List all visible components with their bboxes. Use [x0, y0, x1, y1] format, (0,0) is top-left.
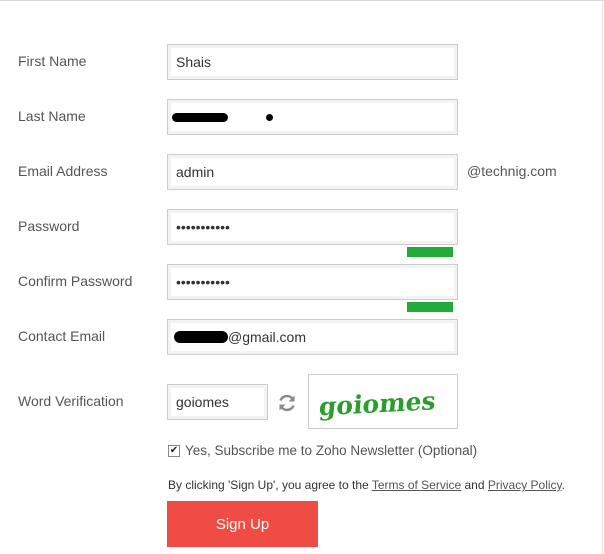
email-address-value: admin	[176, 164, 215, 180]
confirm-password-value: •••••••••••	[176, 274, 230, 290]
last-name-label: Last Name	[18, 108, 86, 124]
word-verification-value: goiomes	[176, 394, 229, 410]
right-divider	[602, 0, 603, 554]
confirm-password-label: Confirm Password	[18, 273, 133, 289]
contact-email-label: Contact Email	[18, 328, 106, 344]
newsletter-checkbox[interactable]: ✔	[168, 445, 180, 457]
contact-email-value: @gmail.com	[228, 329, 307, 345]
password-value: •••••••••••	[176, 219, 230, 235]
sign-up-button[interactable]: Sign Up	[167, 501, 318, 547]
first-name-label: First Name	[18, 53, 87, 69]
privacy-policy-link[interactable]: Privacy Policy	[488, 478, 562, 492]
redaction-mark	[174, 331, 228, 343]
word-verification-label: Word Verification	[18, 393, 124, 409]
password-strength-bar	[407, 247, 453, 257]
email-address-field[interactable]: admin	[167, 154, 458, 190]
confirm-password-strength-bar	[407, 302, 453, 312]
word-verification-field[interactable]: goiomes	[167, 384, 268, 420]
password-label: Password	[18, 218, 80, 234]
first-name-field[interactable]: Shais	[167, 44, 458, 80]
email-domain-suffix: @technig.com	[467, 163, 557, 179]
email-address-label: Email Address	[18, 163, 108, 179]
terms-of-service-link[interactable]: Terms of Service	[372, 478, 461, 492]
contact-email-field[interactable]: @gmail.com	[167, 319, 458, 355]
terms-prefix: By clicking 'Sign Up', you agree to the	[168, 478, 372, 492]
redaction-mark	[172, 112, 228, 122]
confirm-password-field[interactable]: •••••••••••	[167, 264, 458, 300]
newsletter-label: Yes, Subscribe me to Zoho Newsletter (Op…	[185, 443, 478, 458]
captcha-image: goiomes	[308, 374, 458, 429]
terms-suffix: .	[561, 478, 566, 492]
first-name-value: Shais	[176, 54, 212, 70]
redaction-dot	[266, 113, 273, 121]
terms-notice: By clicking 'Sign Up', you agree to the …	[168, 478, 565, 492]
terms-middle: and	[461, 478, 488, 492]
captcha-text: goiomes	[318, 385, 437, 421]
last-name-field[interactable]	[167, 99, 458, 135]
top-divider	[0, 0, 604, 4]
password-field[interactable]: •••••••••••	[167, 209, 458, 245]
refresh-captcha-icon[interactable]	[276, 392, 298, 414]
